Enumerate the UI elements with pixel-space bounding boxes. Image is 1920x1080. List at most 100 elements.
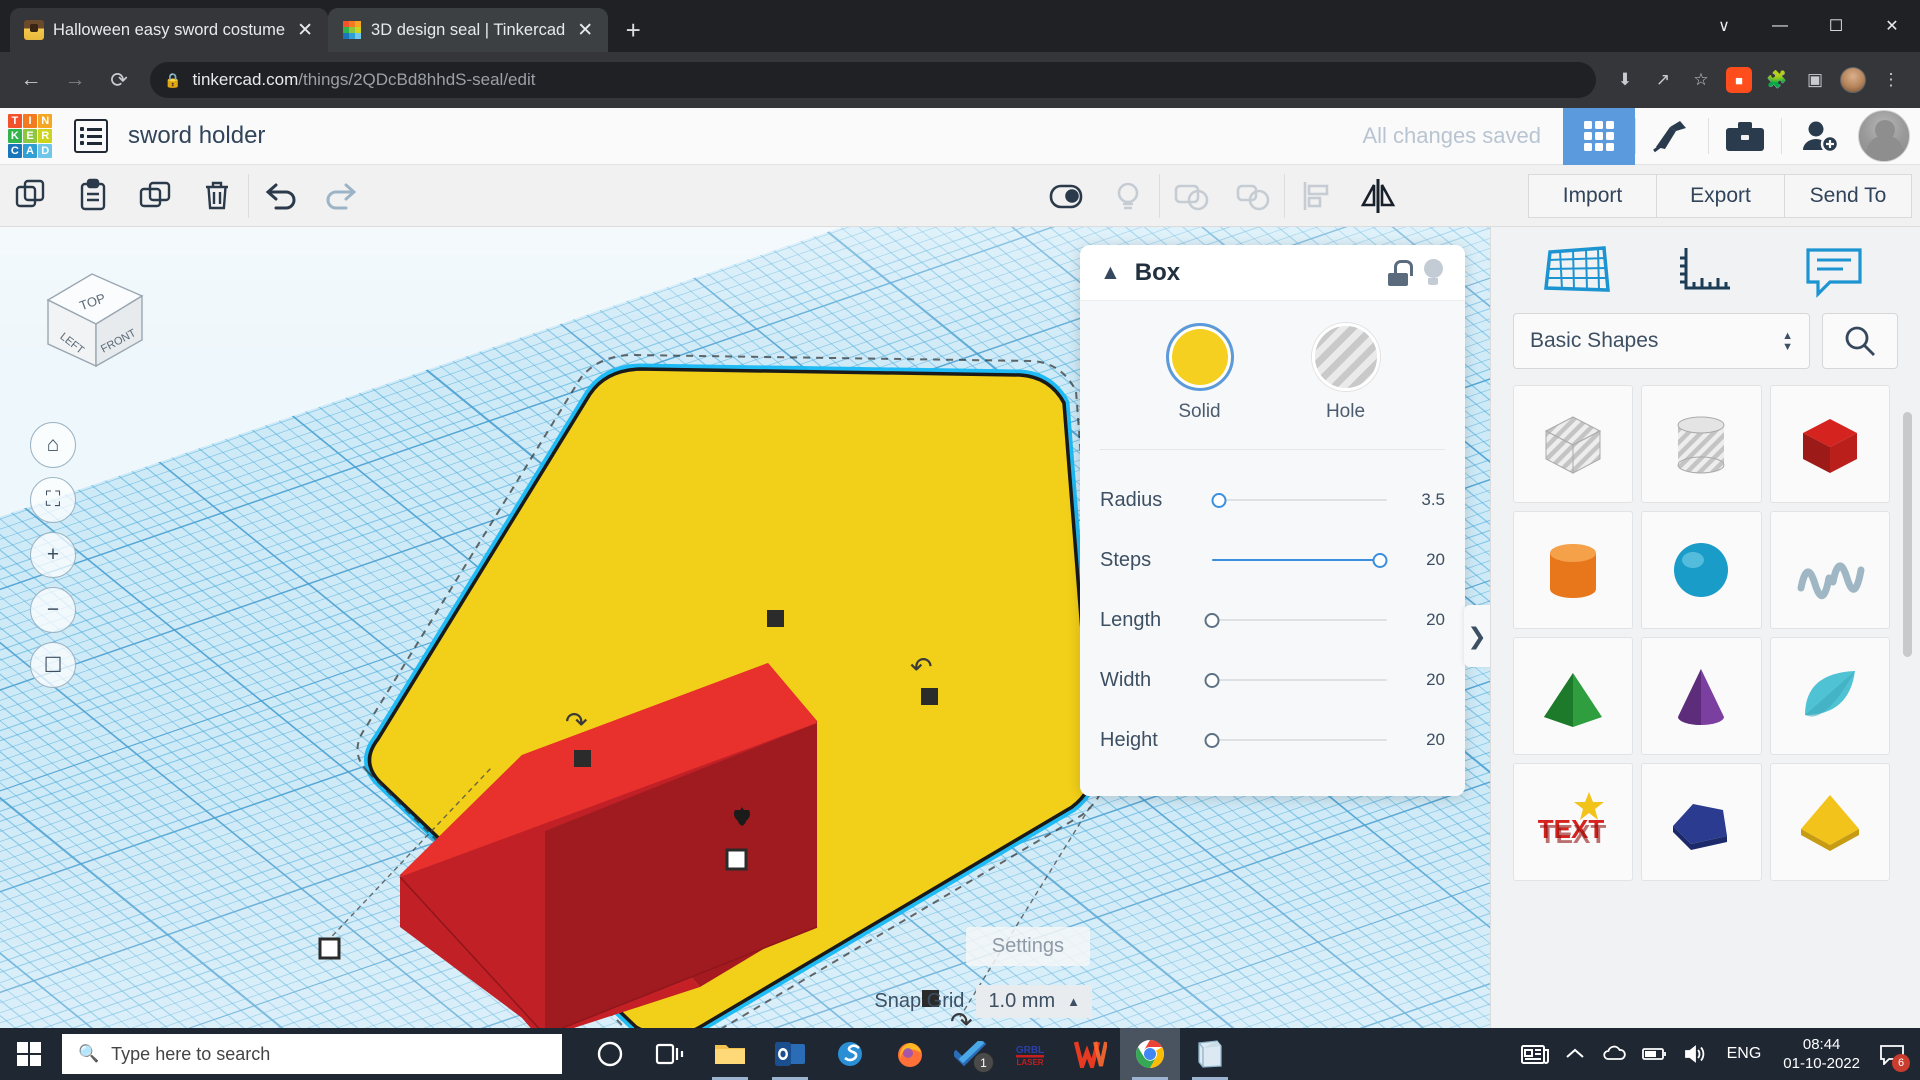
extension-orange-icon[interactable]: ■ — [1722, 63, 1756, 97]
undo-icon[interactable] — [249, 165, 311, 227]
3d-viewport[interactable]: TOP LEFT FRONT ⌂ ⛶ + − ☐ ↶ ↷ ↷ ▲ Box Sol… — [0, 227, 1490, 1028]
shape-cone-purple[interactable] — [1641, 637, 1762, 755]
browser-tab-halloween[interactable]: Halloween easy sword costume ✕ — [10, 8, 329, 52]
redo-icon[interactable] — [311, 165, 373, 227]
shape-scribble[interactable] — [1769, 511, 1890, 629]
slider-track-wrap[interactable] — [1204, 610, 1387, 630]
slider-track-wrap[interactable] — [1211, 490, 1387, 510]
tinkercad-logo[interactable]: TIN KER CAD — [8, 114, 52, 158]
user-avatar[interactable] — [1858, 110, 1910, 162]
close-icon[interactable]: ✕ — [574, 19, 596, 41]
search-icon[interactable] — [1822, 313, 1898, 369]
clock[interactable]: 08:44 01-10-2022 — [1773, 1035, 1870, 1073]
notepad-icon[interactable] — [1180, 1028, 1240, 1080]
collapse-panel-button[interactable]: ❯ — [1464, 605, 1490, 667]
close-window-icon[interactable]: ✕ — [1864, 0, 1920, 52]
slider-radius[interactable]: Radius 3.5 — [1100, 470, 1445, 530]
home-view-icon[interactable]: ⌂ — [30, 422, 76, 468]
shape-text-red[interactable]: TEXT TEXT — [1513, 763, 1634, 881]
minimize-icon[interactable]: — — [1752, 0, 1808, 52]
ortho-perspective-icon[interactable]: ☐ — [30, 642, 76, 688]
reload-icon[interactable]: ⟳ — [100, 61, 138, 99]
send-to-button[interactable]: Send To — [1784, 173, 1912, 218]
volume-icon[interactable] — [1675, 1028, 1715, 1080]
language-indicator[interactable]: ENG — [1715, 1045, 1774, 1063]
shape-pyramid-yellow[interactable] — [1769, 763, 1890, 881]
forward-icon[interactable]: → — [56, 61, 94, 99]
zoom-out-icon[interactable]: − — [30, 587, 76, 633]
slider-width[interactable]: Width 20 — [1100, 650, 1445, 710]
note-icon[interactable] — [1796, 241, 1872, 299]
notification-center-icon[interactable]: 6 — [1870, 1028, 1914, 1080]
hole-swatch[interactable] — [1311, 323, 1380, 391]
onedrive-icon[interactable] — [1595, 1028, 1635, 1080]
shape-cylinder-hole[interactable] — [1641, 385, 1762, 503]
shape-cylinder-orange[interactable] — [1513, 511, 1634, 629]
zoom-in-icon[interactable]: + — [30, 532, 76, 578]
back-icon[interactable]: ← — [12, 61, 50, 99]
ungroup-icon[interactable] — [1222, 165, 1284, 227]
news-weather-icon[interactable] — [1515, 1028, 1555, 1080]
fit-to-view-icon[interactable]: ⛶ — [30, 477, 76, 523]
group-icon[interactable] — [1160, 165, 1222, 227]
close-icon[interactable]: ✕ — [294, 19, 316, 41]
shape-box-red[interactable] — [1769, 385, 1890, 503]
side-panel-icon[interactable]: ▣ — [1798, 63, 1832, 97]
chevron-up-icon[interactable]: ▲ — [1100, 261, 1121, 285]
tinkercad-gallery-icon[interactable] — [1709, 108, 1781, 165]
import-button[interactable]: Import — [1528, 173, 1656, 218]
paste-icon[interactable] — [62, 165, 124, 227]
slider-knob[interactable] — [1204, 672, 1220, 688]
maximize-icon[interactable]: ☐ — [1808, 0, 1864, 52]
slider-length[interactable]: Length 20 — [1100, 590, 1445, 650]
light-bulb-icon[interactable] — [1423, 258, 1445, 287]
light-bulb-icon[interactable] — [1097, 165, 1159, 227]
duplicate-icon[interactable] — [124, 165, 186, 227]
battery-icon[interactable] — [1635, 1028, 1675, 1080]
file-explorer-icon[interactable] — [700, 1028, 760, 1080]
shapes-scrollbar[interactable] — [1903, 412, 1912, 657]
settings-button[interactable]: Settings — [965, 927, 1090, 966]
mode-solid[interactable]: Solid — [1145, 323, 1255, 423]
shape-polygon-navy[interactable] — [1641, 763, 1762, 881]
snap-grid-select[interactable]: 1.0 mm ▲ — [976, 985, 1092, 1018]
page-title[interactable]: sword holder — [128, 122, 265, 150]
delete-icon[interactable] — [186, 165, 248, 227]
slider-track-wrap[interactable] — [1204, 730, 1387, 750]
view-cube[interactable]: TOP LEFT FRONT — [30, 262, 160, 377]
firefox-icon[interactable] — [880, 1028, 940, 1080]
grid-apps-icon[interactable] — [1563, 108, 1635, 165]
profile-avatar[interactable] — [1836, 63, 1870, 97]
taskbar-search-input[interactable]: 🔍 Type here to search — [62, 1034, 562, 1074]
slider-height[interactable]: Height 20 — [1100, 710, 1445, 770]
shape-box-hole[interactable] — [1513, 385, 1634, 503]
slider-knob[interactable] — [1204, 612, 1220, 628]
menu-kebab-icon[interactable]: ⋮ — [1874, 63, 1908, 97]
show-hidden-icons-icon[interactable] — [1555, 1028, 1595, 1080]
bookmark-star-icon[interactable]: ☆ — [1684, 63, 1718, 97]
show-all-icon[interactable] — [1035, 165, 1097, 227]
shape-roof-green[interactable] — [1513, 637, 1634, 755]
slider-track-wrap[interactable] — [1212, 550, 1388, 570]
slider-knob[interactable] — [1204, 732, 1220, 748]
ruler-icon[interactable] — [1667, 241, 1743, 299]
cortana-icon[interactable] — [580, 1028, 640, 1080]
shape-paraboloid-teal[interactable] — [1769, 637, 1890, 755]
align-icon[interactable] — [1285, 165, 1347, 227]
mode-hole[interactable]: Hole — [1291, 323, 1401, 423]
export-button[interactable]: Export — [1656, 173, 1784, 218]
shape-category-select[interactable]: Basic Shapes ▲ ▼ — [1513, 313, 1810, 369]
outlook-icon[interactable] — [760, 1028, 820, 1080]
share-icon[interactable]: ↗ — [1646, 63, 1680, 97]
shape-sphere-blue[interactable] — [1641, 511, 1762, 629]
task-view-icon[interactable] — [640, 1028, 700, 1080]
slider-steps[interactable]: Steps 20 — [1100, 530, 1445, 590]
copy-icon[interactable] — [0, 165, 62, 227]
download-icon[interactable]: ⬇ — [1608, 63, 1642, 97]
slider-knob[interactable] — [1211, 492, 1227, 508]
solid-swatch[interactable] — [1165, 323, 1234, 391]
new-tab-button[interactable]: + — [616, 13, 650, 47]
grbl-laser-icon[interactable]: GRBL LASER — [1000, 1028, 1060, 1080]
add-user-icon[interactable] — [1782, 108, 1854, 165]
address-bar[interactable]: 🔒 tinkercad.com/things/2QDcBd8hhdS-seal/… — [150, 62, 1596, 98]
